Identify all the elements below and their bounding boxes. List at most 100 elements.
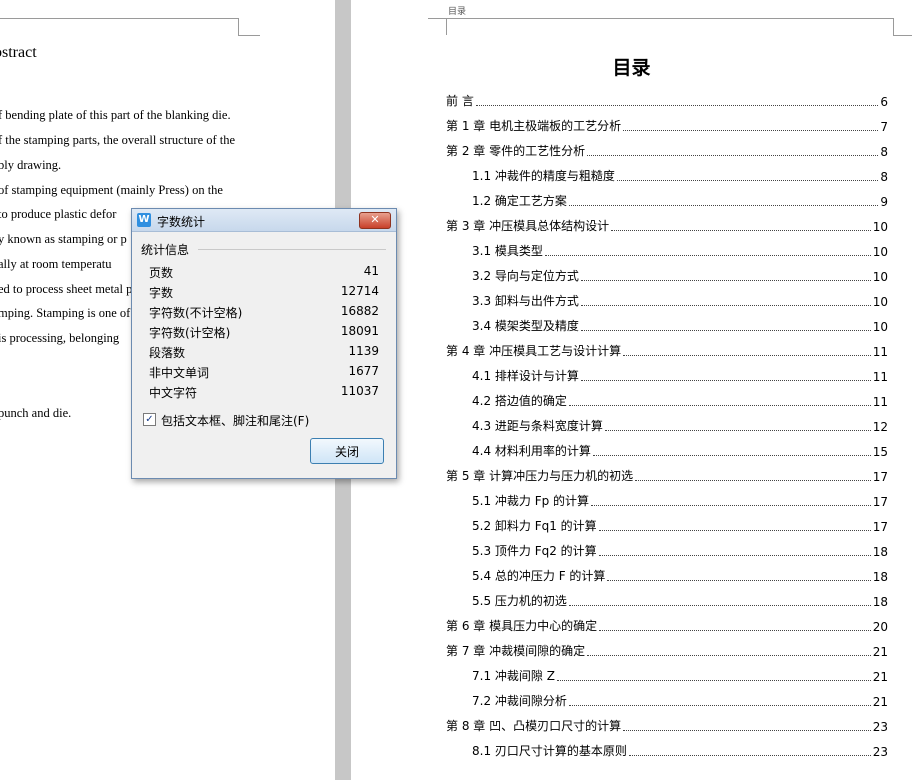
toc-entry[interactable]: 第 3 章 冲压模具总体结构设计 10: [446, 218, 888, 234]
toc-entry-page: 10: [872, 245, 888, 259]
toc-entry-text: 3.3 卸料与出件方式: [472, 294, 579, 308]
toc-entry[interactable]: 1.1 冲裁件的精度与粗糙度 8: [472, 168, 888, 184]
dialog-title: 字数统计: [157, 215, 206, 229]
include-textbox-checkbox[interactable]: ✓: [143, 413, 156, 426]
abstract-heading: bstract: [0, 44, 37, 61]
toc-entry[interactable]: 前 言 6: [446, 93, 888, 109]
toc-entry[interactable]: 7.1 冲裁间隙 Z 21: [472, 668, 888, 684]
toc-entry[interactable]: 3.1 模具类型 10: [472, 243, 888, 259]
toc-entry-page: 17: [872, 495, 888, 509]
stat-value: 1677: [348, 364, 379, 378]
toc-entry-text: 8.1 刃口尺寸计算的基本原则: [472, 744, 627, 758]
toc-leader-dots: [568, 705, 871, 706]
wps-app-icon: W: [137, 213, 151, 227]
toc-entry-page: 18: [872, 570, 888, 584]
stat-label: 页数: [149, 266, 174, 280]
toc-entry[interactable]: 5.2 卸料力 Fq1 的计算 17: [472, 518, 888, 534]
toc-leader-dots: [580, 280, 871, 281]
group-divider: [198, 249, 386, 250]
stat-row: 段落数 1139: [149, 344, 379, 362]
stat-row: 字符数(计空格) 18091: [149, 324, 379, 342]
toc-entry[interactable]: 4.2 搭边值的确定 11: [472, 393, 888, 409]
toc-leader-dots: [580, 330, 871, 331]
toc-entry-text: 1.1 冲裁件的精度与粗糙度: [472, 169, 615, 183]
dialog-titlebar[interactable]: W 字数统计 ✕: [132, 209, 396, 232]
include-textbox-label[interactable]: 包括文本框、脚注和尾注(F): [161, 412, 309, 429]
toc-entry[interactable]: 第 7 章 冲裁模间隙的确定 21: [446, 643, 888, 659]
toc-entry[interactable]: 第 6 章 模具压力中心的确定 20: [446, 618, 888, 634]
toc-entry-page: 11: [872, 345, 888, 359]
toc-leader-dots: [616, 180, 879, 181]
toc-entry-text: 4.4 材料利用率的计算: [472, 444, 591, 458]
toc-leader-dots: [568, 605, 871, 606]
toc-entry-text: 7.1 冲裁间隙 Z: [472, 669, 555, 683]
document-page-right: 目录 目录 前 言 6 第 1 章 电机主极端板的工艺分析 7 第 2 章 零件的工艺性…: [351, 0, 912, 780]
toc-entry[interactable]: 4.4 材料利用率的计算 15: [472, 443, 888, 459]
stat-row: 页数 41: [149, 264, 379, 282]
toc-leader-dots: [635, 480, 871, 481]
toc-entry-text: 7.2 冲裁间隙分析: [472, 694, 567, 708]
toc-entry-page: 6: [880, 95, 888, 109]
toc-entry[interactable]: 4.3 进距与条料宽度计算 12: [472, 418, 888, 434]
toc-leader-dots: [628, 755, 871, 756]
toc-entry-page: 10: [872, 295, 888, 309]
stat-value: 1139: [348, 344, 379, 358]
toc-entry-text: 3.4 模架类型及精度: [472, 319, 579, 333]
toc-entry[interactable]: 第 5 章 计算冲压力与压力机的初选 17: [446, 468, 888, 484]
toc-entry-page: 10: [872, 220, 888, 234]
close-button[interactable]: 关闭: [310, 438, 384, 464]
toc-leader-dots: [568, 405, 871, 406]
toc-entry[interactable]: 8.1 刃口尺寸计算的基本原则 23: [472, 743, 888, 759]
stat-row: 非中文单词 1677: [149, 364, 379, 382]
header-corner-mark: [238, 18, 239, 35]
toc-entry[interactable]: 第 8 章 凹、凸模刃口尺寸的计算 23: [446, 718, 888, 734]
toc-entry-page: 10: [872, 320, 888, 334]
stat-label: 字数: [149, 286, 174, 300]
toc-entry-text: 第 1 章 电机主极端板的工艺分析: [446, 119, 622, 133]
toc-entry[interactable]: 1.2 确定工艺方案 9: [472, 193, 888, 209]
toc-leader-dots: [591, 505, 871, 506]
toc-entry[interactable]: 3.3 卸料与出件方式 10: [472, 293, 888, 309]
toc-entry-page: 7: [880, 120, 888, 134]
abstract-line: ally at room temperatu: [0, 257, 112, 271]
toc-entry-text: 5.3 顶件力 Fq2 的计算: [472, 544, 597, 558]
toc-entry[interactable]: 3.4 模架类型及精度 10: [472, 318, 888, 334]
toc-entry[interactable]: 5.1 冲裁力 Fp 的计算 17: [472, 493, 888, 509]
toc-entry[interactable]: 3.2 导向与定位方式 10: [472, 268, 888, 284]
toc-leader-dots: [611, 230, 871, 231]
toc-entry-page: 17: [872, 520, 888, 534]
toc-entry[interactable]: 5.4 总的冲压力 F 的计算 18: [472, 568, 888, 584]
toc-leader-dots: [598, 555, 871, 556]
toc-entry[interactable]: 7.2 冲裁间隙分析 21: [472, 693, 888, 709]
toc-leader-dots: [607, 580, 871, 581]
toc-entry-page: 17: [872, 470, 888, 484]
toc-entry[interactable]: 5.5 压力机的初选 18: [472, 593, 888, 609]
toc-entry[interactable]: 4.1 排样设计与计算 11: [472, 368, 888, 384]
toc-entry-text: 5.5 压力机的初选: [472, 594, 567, 608]
stat-row: 中文字符 11037: [149, 384, 379, 402]
toc-entry-page: 12: [872, 420, 888, 434]
stat-label: 字符数(计空格): [149, 326, 231, 340]
abstract-line: to produce plastic defor: [0, 207, 117, 221]
header-corner-mark: [446, 18, 447, 35]
abstract-line: of stamping equipment (mainly Press) on …: [0, 183, 223, 197]
toc-entry[interactable]: 5.3 顶件力 Fq2 的计算 18: [472, 543, 888, 559]
toc-entry-page: 18: [872, 595, 888, 609]
stat-value: 12714: [340, 284, 379, 298]
toc-entry[interactable]: 第 1 章 电机主极端板的工艺分析 7: [446, 118, 888, 134]
close-icon[interactable]: ✕: [359, 212, 391, 229]
toc-entry-text: 3.2 导向与定位方式: [472, 269, 579, 283]
toc-entry[interactable]: 第 4 章 冲压模具工艺与设计计算 11: [446, 343, 888, 359]
stat-label: 段落数: [149, 346, 186, 360]
toc-entry[interactable]: 第 2 章 零件的工艺性分析 8: [446, 143, 888, 159]
toc-leader-dots: [604, 430, 871, 431]
toc-leader-dots: [580, 380, 871, 381]
toc-title: 目录: [612, 57, 651, 79]
toc-entry-text: 第 5 章 计算冲压力与压力机的初选: [446, 469, 634, 483]
toc-leader-dots: [556, 680, 871, 681]
abstract-line: punch and die.: [0, 406, 72, 420]
toc-entry-page: 21: [872, 645, 888, 659]
toc-entry-page: 11: [872, 370, 888, 384]
stat-label: 字符数(不计空格): [149, 306, 243, 320]
toc-entry-text: 第 7 章 冲裁模间隙的确定: [446, 644, 586, 658]
